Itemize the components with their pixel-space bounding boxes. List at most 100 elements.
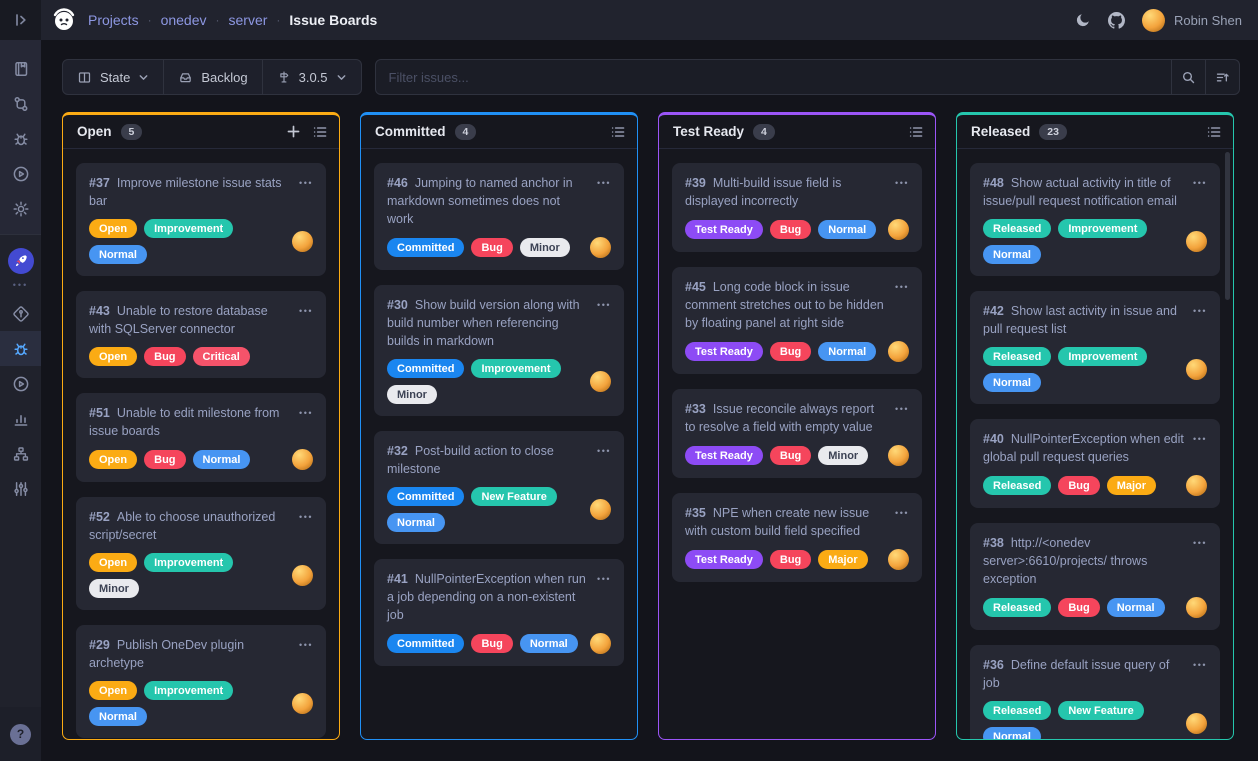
assignee-avatar[interactable] [292, 449, 313, 470]
assignee-avatar[interactable] [888, 549, 909, 570]
issue-menu-button[interactable]: ••• [1193, 302, 1207, 316]
issue-menu-button[interactable]: ••• [597, 442, 611, 456]
issue-menu-button[interactable]: ••• [299, 508, 313, 522]
issue-card[interactable]: #45Long code block in issue comment stre… [672, 267, 922, 374]
issue-menu-button[interactable]: ••• [1193, 430, 1207, 444]
breadcrumb-onedev[interactable]: onedev [161, 12, 207, 28]
github-link[interactable] [1108, 12, 1125, 29]
column-menu-button[interactable] [908, 124, 924, 140]
sidebar-item-issues[interactable] [0, 121, 41, 156]
issue-labels: CommittedBugMinor [387, 238, 582, 257]
issue-menu-button[interactable]: ••• [895, 504, 909, 518]
breadcrumb-server[interactable]: server [229, 12, 268, 28]
breadcrumb-projects[interactable]: Projects [88, 12, 139, 28]
issue-labels: Test ReadyBugMinor [685, 446, 880, 465]
issue-card[interactable]: #35NPE when create new issue with custom… [672, 493, 922, 582]
help-button[interactable]: ? [10, 724, 31, 745]
issue-label: Bug [770, 550, 811, 569]
issue-menu-button[interactable]: ••• [1193, 534, 1207, 548]
issue-menu-button[interactable]: ••• [299, 174, 313, 188]
assignee-avatar[interactable] [292, 565, 313, 586]
issue-card[interactable]: #29Publish OneDev plugin archetype ••• O… [76, 625, 326, 738]
issue-card[interactable]: #52Able to choose unauthorized script/se… [76, 497, 326, 610]
ellipsis-icon: ••• [13, 280, 28, 290]
issue-card[interactable]: #48Show actual activity in title of issu… [970, 163, 1220, 276]
issue-menu-button[interactable]: ••• [597, 296, 611, 310]
dark-mode-toggle[interactable] [1075, 12, 1091, 28]
issue-menu-button[interactable]: ••• [299, 302, 313, 316]
project-avatar[interactable] [0, 243, 41, 278]
issue-card[interactable]: #30Show build version along with build n… [374, 285, 624, 416]
assignee-avatar[interactable] [1186, 475, 1207, 496]
assignee-avatar[interactable] [1186, 359, 1207, 380]
assignee-avatar[interactable] [590, 371, 611, 392]
issue-card[interactable]: #32Post-build action to close milestone … [374, 431, 624, 544]
sidebar-item-pull-requests[interactable] [0, 86, 41, 121]
issue-menu-button[interactable]: ••• [1193, 656, 1207, 670]
issue-card[interactable]: #43Unable to restore database with SQLSe… [76, 291, 326, 378]
column-scrollbar-thumb[interactable] [1225, 152, 1230, 300]
milestone-select-button[interactable]: 3.0.5 [263, 60, 361, 94]
project-more-button[interactable]: ••• [0, 278, 41, 296]
sidebar-expand-button[interactable] [0, 0, 41, 40]
issue-card[interactable]: #37Improve milestone issue stats bar •••… [76, 163, 326, 276]
issue-label: Bug [770, 446, 811, 465]
column-menu-button[interactable] [312, 124, 328, 140]
assignee-avatar[interactable] [888, 445, 909, 466]
assignee-avatar[interactable] [1186, 231, 1207, 252]
issue-card[interactable]: #46Jumping to named anchor in markdown s… [374, 163, 624, 270]
user-avatar[interactable] [1142, 9, 1165, 32]
column-menu-button[interactable] [1206, 124, 1222, 140]
issue-menu-button[interactable]: ••• [895, 400, 909, 414]
sort-button[interactable] [1205, 60, 1239, 94]
column-menu-button[interactable] [610, 124, 626, 140]
issue-menu-button[interactable]: ••• [597, 570, 611, 584]
assignee-avatar[interactable] [1186, 713, 1207, 734]
sidebar-item-administration[interactable] [0, 191, 41, 226]
issue-menu-button[interactable]: ••• [895, 174, 909, 188]
assignee-avatar[interactable] [292, 231, 313, 252]
issue-card[interactable]: #38http://<onedev server>:6610/projects/… [970, 523, 1220, 630]
assignee-avatar[interactable] [1186, 597, 1207, 618]
backlog-button[interactable]: Backlog [164, 60, 262, 94]
issue-menu-button[interactable]: ••• [895, 278, 909, 292]
issue-menu-button[interactable]: ••• [299, 636, 313, 650]
issue-menu-button[interactable]: ••• [299, 404, 313, 418]
issue-menu-button[interactable]: ••• [597, 174, 611, 188]
issue-label: Bug [1058, 598, 1099, 617]
sidebar-item-project-code[interactable] [0, 296, 41, 331]
assignee-avatar[interactable] [590, 499, 611, 520]
sidebar-item-project-builds[interactable] [0, 366, 41, 401]
issue-card[interactable]: #33Issue reconcile always report to reso… [672, 389, 922, 478]
issue-title: Issue reconcile always report to resolve… [685, 402, 874, 434]
issue-number: #33 [685, 402, 706, 416]
assignee-avatar[interactable] [292, 693, 313, 714]
board-select-button[interactable]: State [63, 60, 164, 94]
assignee-avatar[interactable] [590, 237, 611, 258]
assignee-avatar[interactable] [888, 219, 909, 240]
issue-card[interactable]: #42Show last activity in issue and pull … [970, 291, 1220, 404]
assignee-avatar[interactable] [888, 341, 909, 362]
sidebar-item-project-issues[interactable] [0, 331, 41, 366]
issue-card[interactable]: #41NullPointerException when run a job d… [374, 559, 624, 666]
issue-card[interactable]: #40NullPointerException when edit global… [970, 419, 1220, 508]
issue-labels: ReleasedImprovementNormal [983, 347, 1178, 392]
sidebar-item-builds[interactable] [0, 156, 41, 191]
user-name[interactable]: Robin Shen [1174, 13, 1242, 28]
sidebar-item-projects[interactable] [0, 51, 41, 86]
filter-issues-input[interactable] [376, 60, 1171, 94]
search-button[interactable] [1171, 60, 1205, 94]
issue-menu-button[interactable]: ••• [1193, 174, 1207, 188]
assignee-avatar[interactable] [590, 633, 611, 654]
issue-number: #43 [89, 304, 110, 318]
board-column: Test Ready 4 #39Multi-build issue field … [658, 112, 936, 740]
issue-card[interactable]: #39Multi-build issue field is displayed … [672, 163, 922, 252]
issue-card[interactable]: #36Define default issue query of job •••… [970, 645, 1220, 739]
issue-card[interactable]: #51Unable to edit milestone from issue b… [76, 393, 326, 482]
add-issue-button[interactable] [286, 124, 301, 139]
issue-labels: OpenBugNormal [89, 450, 284, 469]
issue-label: Bug [144, 450, 185, 469]
sidebar-item-project-stats[interactable] [0, 401, 41, 436]
sidebar-item-project-hierarchy[interactable] [0, 436, 41, 471]
sidebar-item-project-settings[interactable] [0, 471, 41, 506]
